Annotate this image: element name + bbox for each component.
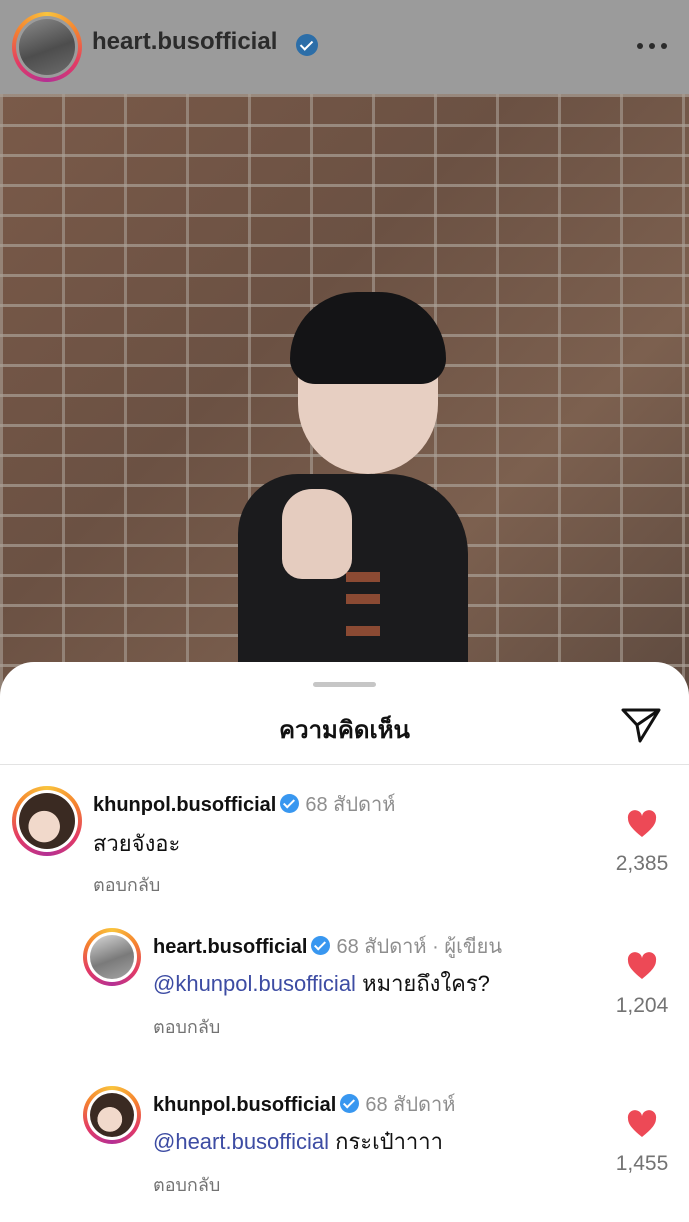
verified-badge-icon [280,794,300,813]
comment-meta: heart.busofficial 68 สัปดาห์ · ผู้เขียน [153,930,502,962]
verified-badge-icon [296,34,318,56]
comment-mention[interactable]: @heart.busofficial [153,1129,329,1154]
author-tag: · ผู้เขียน [432,936,502,958]
photo-figure-hand [282,489,352,579]
verified-badge-icon [340,1094,360,1113]
reply-button[interactable]: ตอบกลับ [153,1012,220,1041]
comment-body: หมายถึงใคร? [355,971,490,996]
photo-figure-hair [290,292,446,384]
comment-text: @khunpol.busofficial หมายถึงใคร? [153,966,490,1001]
more-options-icon[interactable] [637,36,667,56]
paper-plane-icon[interactable] [620,706,662,744]
like-count: 1,204 [615,994,669,1017]
photo-figure-body [238,474,468,694]
comment-text: @heart.busofficial กระเป๋าาาา [153,1124,443,1159]
comment-username[interactable]: khunpol.busofficial [93,794,276,816]
comment-time: 68 สัปดาห์ [336,936,427,958]
post-photo [0,94,689,694]
comment-body: กระเป๋าาาา [329,1129,443,1154]
header-username[interactable]: heart.busofficial [92,28,277,56]
sheet-divider [0,764,689,765]
comment-body: สวยจังอะ [93,831,181,856]
sheet-title: ความคิดเห็น [279,717,410,744]
reply-button[interactable]: ตอบกลับ [153,1170,220,1199]
post-header: heart.busofficial [0,0,689,94]
comment-time: 68 สัปดาห์ [305,794,396,816]
comment-avatar[interactable] [83,928,141,986]
heart-icon[interactable] [627,1110,657,1138]
verified-badge-icon [311,936,331,955]
comment-mention[interactable]: @khunpol.busofficial [153,971,356,996]
comment-username[interactable]: heart.busofficial [153,936,307,958]
heart-icon[interactable] [627,810,657,838]
comments-sheet: ความคิดเห็น khunpol.busofficial 68 สัปดาห… [0,662,689,1222]
comment-time: 68 สัปดาห์ [365,1094,456,1116]
comment-avatar[interactable] [83,1086,141,1144]
heart-icon[interactable] [627,952,657,980]
sheet-grabber[interactable] [313,682,376,687]
comment-avatar[interactable] [12,786,82,856]
comment-username[interactable]: khunpol.busofficial [153,1094,336,1116]
like-count: 1,455 [615,1152,669,1175]
like-count: 2,385 [615,852,669,875]
comment-text: สวยจังอะ [93,826,180,861]
comment-meta: khunpol.busofficial 68 สัปดาห์ [153,1088,455,1120]
header-avatar[interactable] [12,12,82,82]
comment-meta: khunpol.busofficial 68 สัปดาห์ [93,788,395,820]
reply-button[interactable]: ตอบกลับ [93,870,160,899]
